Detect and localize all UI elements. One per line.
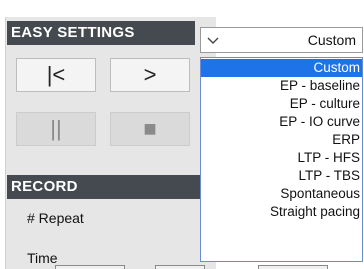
dropdown-option[interactable]: Straight pacing xyxy=(201,203,362,221)
dropdown-option[interactable]: Spontaneous xyxy=(201,185,362,203)
stop-button[interactable]: ■ xyxy=(110,112,190,146)
app-window: EASY SETTINGS |< > || ■ RECORD # Repeat … xyxy=(0,0,364,269)
record-header: RECORD xyxy=(7,175,200,199)
dropdown-option[interactable]: EP - baseline xyxy=(201,77,362,95)
chevron-down-icon xyxy=(207,32,219,48)
time-label: Time xyxy=(27,250,58,266)
record-field[interactable] xyxy=(155,265,205,269)
preset-dropdown-list: Custom EP - baseline EP - culture EP - IO c… xyxy=(200,57,363,262)
preset-select[interactable]: Custom xyxy=(200,27,363,53)
first-step-button[interactable]: |< xyxy=(16,58,96,92)
dropdown-option[interactable]: EP - IO curve xyxy=(201,113,362,131)
preset-select-value: Custom xyxy=(307,32,356,48)
record-field[interactable] xyxy=(55,265,125,269)
dropdown-option[interactable]: LTP - TBS xyxy=(201,167,362,185)
record-field[interactable] xyxy=(258,265,328,269)
pause-button[interactable]: || xyxy=(16,112,96,146)
easy-settings-header: EASY SETTINGS xyxy=(7,21,195,45)
dropdown-option[interactable]: Custom xyxy=(201,59,362,77)
dropdown-option[interactable]: ERP xyxy=(201,131,362,149)
repeat-label: # Repeat xyxy=(27,210,84,226)
next-step-button[interactable]: > xyxy=(110,58,190,92)
dropdown-option[interactable]: LTP - HFS xyxy=(201,149,362,167)
dropdown-option[interactable]: EP - culture xyxy=(201,95,362,113)
